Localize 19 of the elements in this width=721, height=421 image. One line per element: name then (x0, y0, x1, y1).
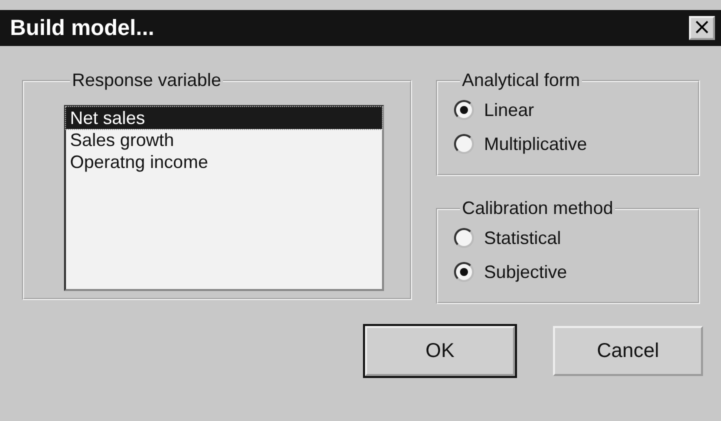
ok-button[interactable]: OK (365, 326, 515, 376)
cancel-button[interactable]: Cancel (553, 326, 703, 376)
radio-button[interactable] (454, 100, 474, 120)
close-button[interactable]: × (689, 16, 715, 40)
window-title: Build model... (10, 15, 154, 41)
list-item[interactable]: Operatng income (66, 151, 382, 173)
radio-button[interactable] (454, 262, 474, 282)
list-item[interactable]: Sales growth (66, 129, 382, 151)
radio-button[interactable] (454, 134, 474, 154)
list-item[interactable]: Net sales (66, 107, 382, 129)
radio-button[interactable] (454, 228, 474, 248)
group-label: Response variable (71, 70, 222, 91)
radio-label[interactable]: Subjective (484, 262, 568, 282)
radio-label[interactable]: Statistical (484, 228, 562, 248)
radio-label[interactable]: Linear (484, 100, 534, 120)
group-label: Analytical form (461, 70, 582, 91)
list-box[interactable]: Net sales Sales growth Operatng income (64, 105, 384, 291)
radio-label[interactable]: Multiplicative (484, 134, 588, 154)
group-label: Calibration method (461, 198, 614, 219)
